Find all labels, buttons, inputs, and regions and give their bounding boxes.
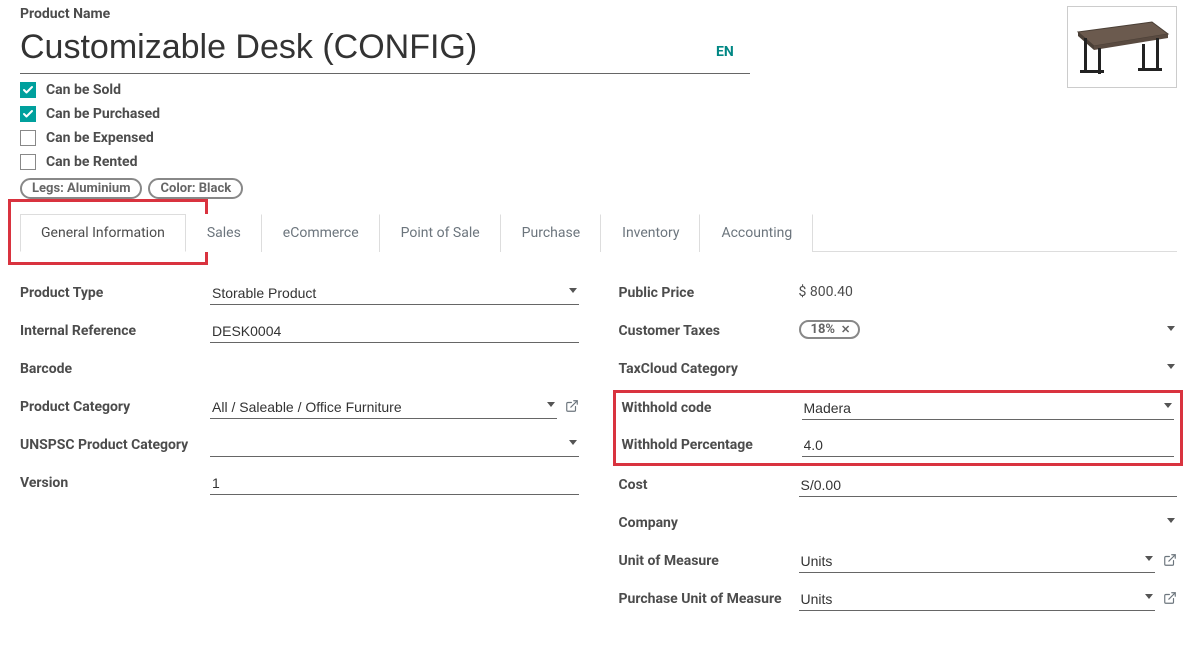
can-be-rented-label: Can be Rented <box>46 154 137 170</box>
tab-accounting[interactable]: Accounting <box>700 214 813 252</box>
can-be-purchased-label: Can be Purchased <box>46 106 160 122</box>
desk-illustration <box>1072 12 1172 82</box>
product-type-input[interactable] <box>210 282 579 305</box>
purchase-uom-input[interactable] <box>799 588 1156 611</box>
customer-taxes-select[interactable]: 18% ✕ <box>799 320 1178 340</box>
unspsc-select[interactable] <box>210 434 579 457</box>
tab-ecommerce[interactable]: eCommerce <box>262 214 380 252</box>
unit-of-measure-select[interactable] <box>799 550 1156 573</box>
cost-input[interactable] <box>799 474 1178 497</box>
taxcloud-category-select[interactable] <box>799 358 1178 380</box>
caret-down-icon <box>1145 594 1153 599</box>
can-be-expensed-label: Can be Expensed <box>46 130 154 146</box>
external-link-icon[interactable] <box>1163 591 1177 609</box>
can-be-sold-label: Can be Sold <box>46 82 121 98</box>
caret-down-icon <box>1167 364 1175 369</box>
caret-down-icon <box>1164 403 1172 408</box>
product-image[interactable] <box>1067 6 1177 88</box>
tab-sales[interactable]: Sales <box>186 214 262 252</box>
withhold-code-input[interactable] <box>802 397 1175 420</box>
taxcloud-category-label: TaxCloud Category <box>619 358 799 378</box>
company-select[interactable] <box>799 512 1178 534</box>
company-label: Company <box>619 512 799 532</box>
unit-of-measure-label: Unit of Measure <box>619 550 799 570</box>
tab-purchase[interactable]: Purchase <box>501 214 601 252</box>
internal-reference-input[interactable] <box>210 320 579 343</box>
unspsc-label: UNSPSC Product Category <box>20 434 210 454</box>
withhold-code-label: Withhold code <box>622 397 802 417</box>
can-be-sold-checkbox[interactable] <box>20 82 36 98</box>
internal-reference-label: Internal Reference <box>20 320 210 340</box>
public-price-value: $ 800.40 <box>799 282 853 300</box>
caret-down-icon <box>569 440 577 445</box>
taxcloud-category-input[interactable] <box>799 358 1178 380</box>
barcode-input[interactable] <box>210 358 579 380</box>
purchase-uom-select[interactable] <box>799 588 1156 611</box>
withhold-percentage-label: Withhold Percentage <box>622 434 802 454</box>
tag-color[interactable]: Color: Black <box>148 178 243 199</box>
purchase-uom-label: Purchase Unit of Measure <box>619 588 799 608</box>
product-category-input[interactable] <box>210 396 557 419</box>
tax-chip-label: 18% <box>811 322 836 337</box>
tag-legs[interactable]: Legs: Aluminium <box>20 178 142 199</box>
can-be-rented-checkbox[interactable] <box>20 154 36 170</box>
product-name-input[interactable] <box>20 26 750 74</box>
external-link-icon[interactable] <box>1163 553 1177 571</box>
product-category-select[interactable] <box>210 396 557 419</box>
tab-inventory[interactable]: Inventory <box>601 214 700 252</box>
caret-down-icon <box>569 288 577 293</box>
withhold-code-select[interactable] <box>802 397 1175 420</box>
cost-label: Cost <box>619 474 799 494</box>
public-price-label: Public Price <box>619 282 799 302</box>
caret-down-icon <box>1167 518 1175 523</box>
withhold-percentage-input[interactable] <box>802 434 1175 457</box>
caret-down-icon <box>547 402 555 407</box>
company-input[interactable] <box>799 512 1178 534</box>
tab-point-of-sale[interactable]: Point of Sale <box>380 214 501 252</box>
product-type-label: Product Type <box>20 282 210 302</box>
unspsc-input[interactable] <box>210 434 579 457</box>
product-type-select[interactable] <box>210 282 579 305</box>
caret-down-icon <box>1167 326 1175 331</box>
tabs-bar: General Information Sales eCommerce Poin… <box>20 213 1177 252</box>
tax-chip[interactable]: 18% ✕ <box>799 320 861 339</box>
product-category-label: Product Category <box>20 396 210 416</box>
version-input[interactable] <box>210 472 579 495</box>
product-name-label: Product Name <box>20 6 1067 22</box>
tab-general-information[interactable]: General Information <box>20 214 186 252</box>
unit-of-measure-input[interactable] <box>799 550 1156 573</box>
highlight-withhold-box: Withhold code Withhold Percentage <box>613 390 1184 466</box>
language-badge[interactable]: EN <box>716 44 734 60</box>
can-be-expensed-checkbox[interactable] <box>20 130 36 146</box>
external-link-icon[interactable] <box>565 399 579 417</box>
can-be-purchased-checkbox[interactable] <box>20 106 36 122</box>
customer-taxes-label: Customer Taxes <box>619 320 799 340</box>
caret-down-icon <box>1145 556 1153 561</box>
barcode-label: Barcode <box>20 358 210 378</box>
remove-tax-icon[interactable]: ✕ <box>841 323 850 336</box>
version-label: Version <box>20 472 210 492</box>
